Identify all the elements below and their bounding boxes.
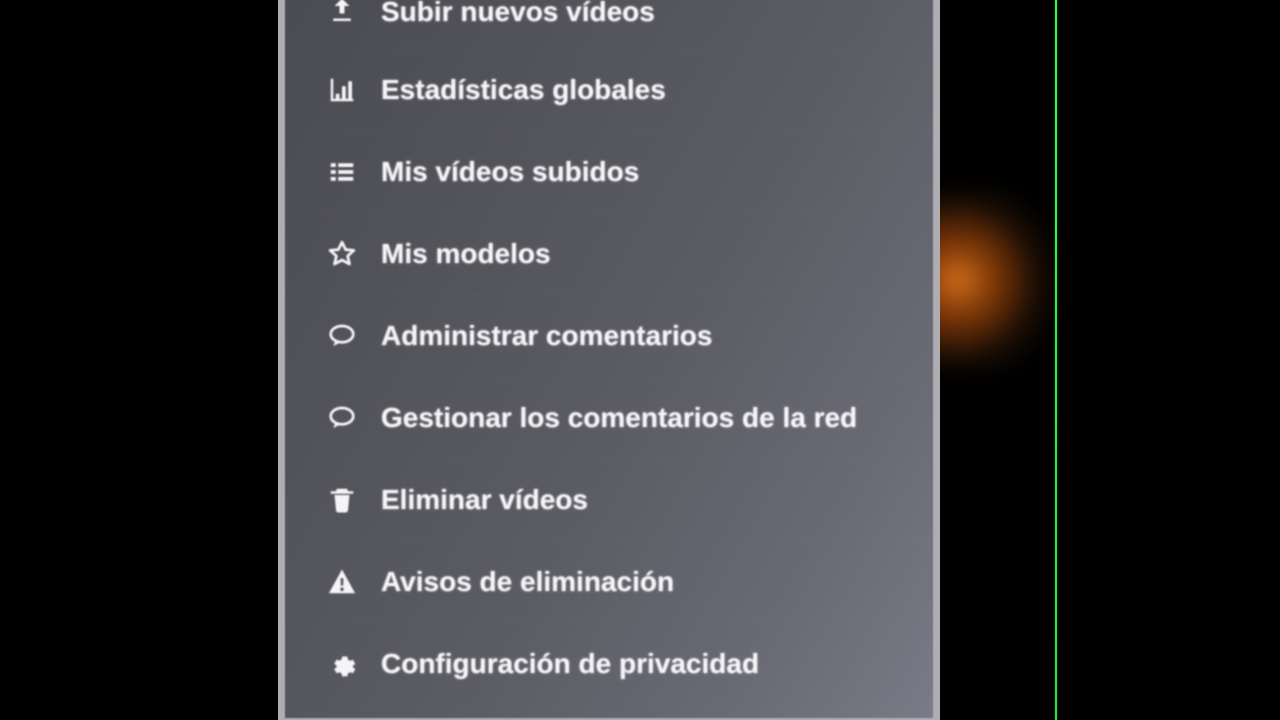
warning-icon	[325, 567, 359, 597]
menu-item-label: Estadísticas globales	[381, 74, 666, 106]
admin-menu: Subir nuevos vídeos Estadísticas globale…	[285, 0, 933, 705]
menu-item-global-stats[interactable]: Estadísticas globales	[325, 49, 933, 131]
menu-item-label: Gestionar los comentarios de la red	[381, 402, 857, 434]
upload-icon	[325, 0, 359, 26]
list-icon	[325, 157, 359, 187]
comment-icon	[325, 403, 359, 433]
menu-item-label: Subir nuevos vídeos	[381, 0, 655, 28]
menu-item-manage-network-comments[interactable]: Gestionar los comentarios de la red	[325, 377, 933, 459]
gear-icon	[325, 649, 359, 679]
admin-menu-panel: Subir nuevos vídeos Estadísticas globale…	[285, 0, 933, 718]
menu-item-manage-comments[interactable]: Administrar comentarios	[325, 295, 933, 377]
menu-item-upload-videos[interactable]: Subir nuevos vídeos	[325, 0, 933, 49]
menu-item-label: Mis vídeos subidos	[381, 156, 639, 188]
menu-item-removal-notices[interactable]: Avisos de eliminación	[325, 541, 933, 623]
trash-icon	[325, 485, 359, 515]
menu-item-privacy-settings[interactable]: Configuración de privacidad	[325, 623, 933, 705]
menu-item-label: Avisos de eliminación	[381, 566, 674, 598]
video-frame: Subir nuevos vídeos Estadísticas globale…	[0, 0, 1280, 720]
menu-item-label: Mis modelos	[381, 238, 551, 270]
menu-item-my-uploaded-videos[interactable]: Mis vídeos subidos	[325, 131, 933, 213]
menu-item-delete-videos[interactable]: Eliminar vídeos	[325, 459, 933, 541]
star-icon	[325, 239, 359, 269]
menu-item-label: Administrar comentarios	[381, 320, 712, 352]
menu-item-label: Eliminar vídeos	[381, 484, 588, 516]
bar-chart-icon	[325, 75, 359, 105]
green-divider-line	[1055, 0, 1057, 720]
menu-item-my-models[interactable]: Mis modelos	[325, 213, 933, 295]
menu-item-label: Configuración de privacidad	[381, 648, 759, 680]
comment-icon	[325, 321, 359, 351]
